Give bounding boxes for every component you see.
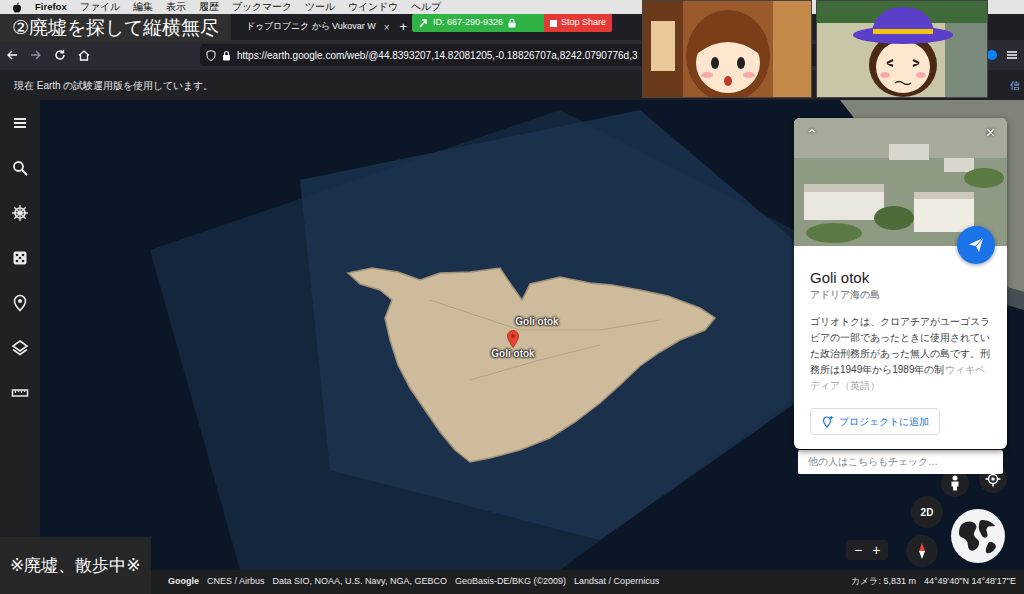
place-title: Goli otok	[810, 268, 991, 287]
shield-icon[interactable]	[206, 50, 216, 61]
menu-item[interactable]: ファイル	[80, 0, 120, 14]
reload-icon[interactable]	[54, 49, 66, 61]
paper-plane-icon	[968, 237, 984, 253]
url-path: /web/@44.8393207,14.82081205,-0.18826707…	[344, 50, 637, 61]
menu-item[interactable]: 編集	[133, 0, 153, 14]
add-to-project-button[interactable]: プロジェクトに追加	[810, 408, 940, 435]
forward-icon[interactable]	[30, 49, 42, 61]
screen-share-bar: ID: 667-290-9326 Stop Share	[412, 14, 612, 32]
status-bar: Google CNES / Airbus Data SIO, NOAA, U.S.…	[0, 570, 1024, 594]
character-right-icon	[817, 1, 988, 98]
attribution-text: CNES / Airbus	[207, 575, 265, 589]
voyager-wheel-icon[interactable]	[11, 204, 29, 222]
zoom-out-button[interactable]: −	[854, 543, 862, 557]
nav-buttons	[6, 49, 200, 61]
menu-item[interactable]: Firefox	[35, 0, 67, 14]
place-subtitle: アドリア海の島	[810, 287, 991, 302]
tab-label: ドゥブロブニク から Vukovar W	[246, 20, 376, 34]
menu-items: Firefox ファイル編集表示履歴ブックマークツールウインドウヘルプ	[35, 0, 441, 14]
apple-icon[interactable]	[12, 2, 22, 13]
attribution-text: Data SIO, NOAA, U.S. Navy, NGA, GEBCO	[273, 575, 447, 589]
place-card: ⌃ × Goli otok アドリア海の島 ゴリオトクは、クロアチアがユーゴスラ…	[794, 118, 1007, 449]
tab-close-button[interactable]: ×	[384, 20, 390, 35]
menu-item[interactable]: ツール	[305, 0, 335, 14]
camera-altitude: カメラ: 5,831 m	[851, 575, 916, 589]
share-button[interactable]	[957, 226, 995, 264]
close-button[interactable]: ×	[986, 124, 995, 142]
tab-list: ドゥブロブニク から Vukovar W ×	[240, 14, 396, 40]
avatar-frame-left	[642, 0, 812, 98]
character-left-icon	[643, 1, 812, 98]
stop-square-icon	[550, 20, 557, 27]
zoom-controls: − +	[846, 540, 888, 560]
attribution-text: GeoBasis-DE/BKG (©2009)	[455, 575, 566, 589]
globe-icon	[950, 508, 1006, 564]
location-pin-icon[interactable]	[507, 330, 519, 348]
menu-item[interactable]: ブックマーク	[232, 0, 292, 14]
video-caption-top: ②廃墟を探して縦横無尽	[0, 14, 231, 42]
lock-icon	[508, 18, 516, 28]
new-tab-button[interactable]: +	[396, 17, 412, 37]
menu-item[interactable]: ヘルプ	[411, 0, 441, 14]
lock-icon[interactable]	[222, 50, 231, 61]
layers-icon[interactable]	[11, 339, 29, 357]
sidebar	[0, 100, 40, 570]
compass-button[interactable]	[906, 535, 938, 567]
collapse-button[interactable]: ⌃	[806, 124, 818, 145]
view-mode-button[interactable]: 2D	[911, 496, 943, 528]
share-arrow-icon	[418, 18, 428, 28]
stop-share-label: Stop Share	[561, 16, 606, 30]
place-panel: ⌃ × Goli otok アドリア海の島 ゴリオトクは、クロアチアがユーゴスラ…	[794, 118, 1007, 474]
pegman-icon	[948, 475, 962, 491]
dice-icon[interactable]	[11, 249, 29, 267]
url-text: https://earth.google.com/web/@44.8393207…	[237, 48, 638, 63]
menu-item[interactable]: 履歴	[199, 0, 219, 14]
globe-button[interactable]	[950, 508, 1006, 564]
map-place-label[interactable]: Goli otok	[515, 316, 558, 328]
back-icon[interactable]	[6, 49, 18, 61]
search-icon[interactable]	[11, 159, 29, 177]
avatar-frame-right	[816, 0, 988, 98]
url-host: https://earth.google.com	[237, 50, 344, 61]
stop-share-button[interactable]: Stop Share	[544, 14, 612, 32]
caption-text: ※廃墟、散歩中※	[10, 553, 141, 579]
ruler-icon[interactable]	[11, 384, 29, 402]
browser-tab[interactable]: ドゥブロブニク から Vukovar W ×	[240, 14, 396, 40]
add-to-project-label: プロジェクトに追加	[839, 414, 929, 429]
camera-coordinates: 44°49'40"N 14°48'17"E	[924, 575, 1016, 589]
app-menu-icon[interactable]	[1006, 49, 1018, 61]
add-pin-icon	[821, 416, 833, 428]
screen: Firefox ファイル編集表示履歴ブックマークツールウインドウヘルプ ドゥブロブ…	[0, 0, 1024, 594]
feedback-link[interactable]: 信	[1010, 78, 1020, 93]
place-description: ゴリオトクは、クロアチアがユーゴスラビアの一部であったときに使用されていた政治刑…	[810, 314, 991, 394]
menu-item[interactable]: 表示	[166, 0, 186, 14]
menu-icon[interactable]	[11, 114, 29, 132]
home-icon[interactable]	[78, 49, 90, 61]
related-places[interactable]: 他の人はこちらもチェック…	[798, 450, 1003, 474]
video-caption-bottom: ※廃墟、散歩中※	[0, 537, 151, 594]
zoom-in-button[interactable]: +	[872, 543, 880, 557]
meeting-id: ID: 667-290-9326	[433, 16, 503, 30]
attribution-text: Landsat / Copernicus	[574, 575, 659, 589]
notice-text: 現在 Earth の試験運用版を使用しています。	[14, 78, 213, 93]
map-place-label[interactable]: Goli otok	[491, 348, 534, 360]
place-details: Goli otok アドリア海の島 ゴリオトクは、クロアチアがユーゴスラビアの一…	[794, 246, 1007, 449]
compass-icon	[913, 542, 931, 560]
menu-item[interactable]: ウインドウ	[348, 0, 398, 14]
google-logo: Google	[168, 575, 199, 589]
camera-info: カメラ: 5,831 m 44°49'40"N 14°48'17"E	[851, 575, 1016, 589]
attributions: CNES / Airbus Data SIO, NOAA, U.S. Navy, …	[207, 575, 659, 589]
place-pin-icon[interactable]	[11, 294, 29, 312]
